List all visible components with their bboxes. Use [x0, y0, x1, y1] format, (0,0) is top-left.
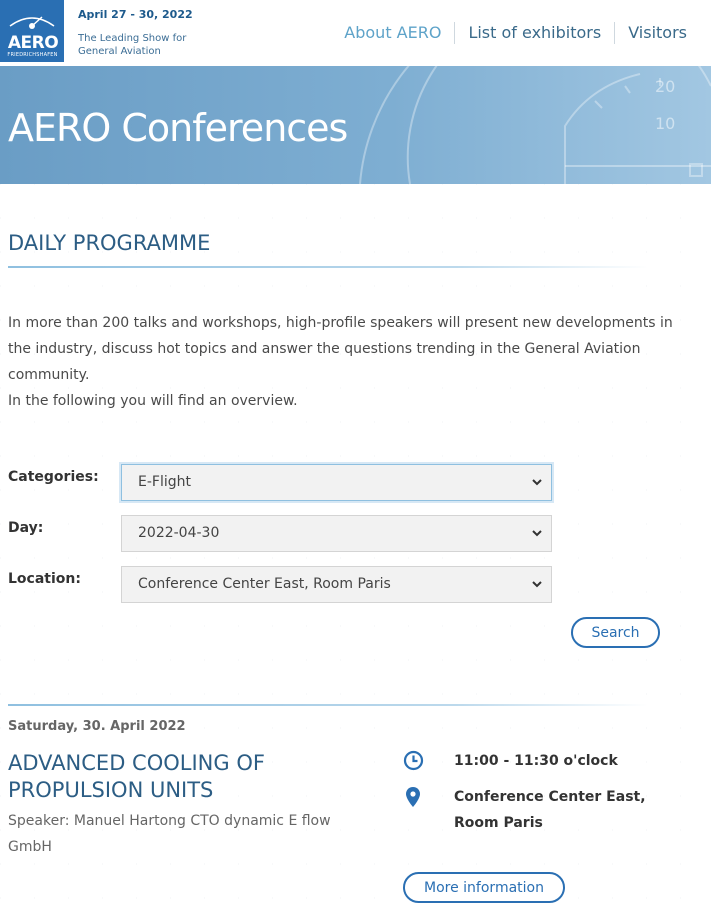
- aero-logo[interactable]: AERO FRIEDRICHSHAFEN: [0, 0, 64, 62]
- dial-label-20: 20: [655, 77, 675, 96]
- categories-value: E-Flight: [138, 474, 191, 490]
- intro-paragraph: In more than 200 talks and workshops, hi…: [8, 315, 673, 383]
- location-label: Location:: [8, 571, 81, 587]
- chevron-down-icon: [532, 479, 542, 486]
- event-title[interactable]: ADVANCED COOLING OF PROPULSION UNITS: [8, 750, 338, 804]
- hero-banner: 20 10 AERO Conferences: [0, 66, 711, 184]
- tagline: The Leading Show for General Aviation: [78, 33, 187, 57]
- results-divider: [8, 704, 648, 706]
- more-information-button[interactable]: More information: [403, 872, 565, 903]
- page-title: AERO Conferences: [8, 106, 348, 150]
- section-heading: DAILY PROGRAMME: [8, 231, 211, 255]
- logo-mark-icon: [9, 16, 55, 29]
- site-header: AERO FRIEDRICHSHAFEN April 27 - 30, 2022…: [0, 0, 711, 66]
- event-location: Conference Center East, Room Paris: [454, 789, 646, 831]
- event-day: Saturday, 30. April 2022: [8, 719, 186, 734]
- chevron-down-icon: [532, 581, 542, 588]
- logo-subtext: FRIEDRICHSHAFEN: [7, 52, 58, 58]
- search-button[interactable]: Search: [571, 617, 660, 648]
- day-label: Day:: [8, 520, 44, 536]
- main-nav: About AERO List of exhibitors Visitors: [331, 22, 687, 44]
- location-pin-icon: [406, 787, 420, 807]
- nav-list-of-exhibitors[interactable]: List of exhibitors: [454, 22, 614, 44]
- event-speaker: Speaker: Manuel Hartong CTO dynamic E fl…: [8, 813, 331, 855]
- event-time: 11:00 - 11:30 o'clock: [454, 753, 618, 769]
- dial-label-10: 10: [655, 114, 675, 133]
- categories-select[interactable]: E-Flight: [121, 464, 552, 501]
- heading-divider: [8, 266, 648, 268]
- location-value: Conference Center East, Room Paris: [138, 576, 391, 592]
- event-dates: April 27 - 30, 2022: [78, 8, 193, 21]
- day-select[interactable]: 2022-04-30: [121, 515, 552, 552]
- nav-visitors[interactable]: Visitors: [614, 22, 687, 44]
- chevron-down-icon: [532, 530, 542, 537]
- day-value: 2022-04-30: [138, 525, 220, 541]
- clock-icon: [403, 750, 424, 771]
- categories-label: Categories:: [8, 469, 99, 485]
- intro-text: In more than 200 talks and workshops, hi…: [8, 310, 678, 414]
- intro-overview: In the following you will find an overvi…: [8, 393, 298, 409]
- nav-about-aero[interactable]: About AERO: [331, 22, 454, 44]
- location-select[interactable]: Conference Center East, Room Paris: [121, 566, 552, 603]
- logo-text: AERO: [7, 33, 59, 53]
